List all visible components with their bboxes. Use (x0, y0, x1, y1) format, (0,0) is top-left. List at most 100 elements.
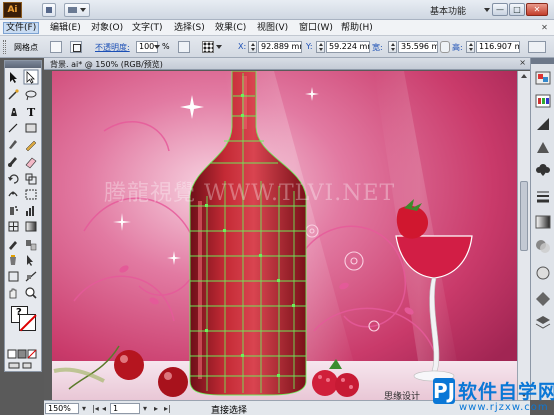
appearance-panel-icon[interactable] (536, 266, 550, 280)
magic-wand-tool-icon[interactable] (8, 89, 19, 100)
eyedropper-tool-icon[interactable] (9, 241, 17, 250)
chevron-down-icon[interactable] (216, 45, 222, 49)
slice-tool-icon[interactable] (25, 271, 37, 282)
rotate-tool-icon[interactable] (8, 174, 19, 184)
close-icon[interactable]: × (519, 58, 526, 67)
transparency-panel-icon[interactable] (536, 240, 550, 253)
selection-type-label: 网格点 (14, 43, 38, 52)
layers-panel-icon[interactable] (535, 316, 551, 329)
zoom-tool-icon[interactable] (25, 287, 37, 299)
workspace-switcher[interactable]: 基本功能 (430, 4, 466, 17)
menu-help[interactable]: 帮助(H) (339, 22, 375, 34)
canvas[interactable]: 腾龍視覺 WWW.TLVI.NET (44, 71, 517, 400)
column-graph-tool-icon[interactable] (26, 206, 34, 216)
stroke-panel-icon[interactable] (537, 191, 549, 203)
swatches-panel-icon[interactable] (537, 118, 549, 130)
type-tool-icon[interactable]: T (27, 106, 36, 119)
chevron-down-icon[interactable] (484, 8, 490, 12)
first-artboard-icon[interactable]: |◂ (92, 404, 99, 413)
color-guide-icon[interactable] (535, 94, 551, 108)
chevron-down-icon (80, 8, 86, 12)
eraser-tool-icon[interactable] (25, 157, 37, 169)
panel-grip[interactable] (3, 40, 6, 54)
graphic-styles-panel-icon[interactable] (536, 292, 550, 306)
symbols-panel-icon[interactable] (536, 164, 550, 176)
zoom-field[interactable]: 150% (45, 403, 79, 414)
menu-effect[interactable]: 效果(C) (213, 22, 248, 34)
current-tool-status[interactable]: 直接选择 (211, 403, 247, 415)
panel-menu-icon[interactable] (528, 41, 546, 53)
stroke-color-icon[interactable] (70, 41, 82, 53)
y-field[interactable]: 59.224 mm (326, 41, 370, 53)
menu-window[interactable]: 窗口(W) (297, 22, 335, 34)
document-tab[interactable]: 背景. ai* @ 150% (RGB/预览) × (44, 58, 530, 70)
blend-tool-icon[interactable] (26, 240, 37, 251)
tools-panel-header[interactable] (5, 61, 41, 68)
last-artboard-icon[interactable]: ▸| (164, 404, 171, 413)
arrange-documents-button[interactable] (64, 3, 90, 17)
y-stepper[interactable] (316, 41, 325, 53)
live-paint-selection-tool-icon[interactable] (27, 255, 33, 266)
live-paint-bucket-tool-icon[interactable] (10, 255, 16, 265)
artboard-dropdown-icon[interactable]: ▾ (143, 404, 147, 413)
previous-artboard-icon[interactable]: ◂ (102, 404, 106, 413)
lasso-tool-icon[interactable] (25, 90, 37, 101)
menu-view[interactable]: 视图(V) (255, 22, 290, 34)
gradient-tool-icon[interactable] (25, 221, 37, 232)
minimize-button[interactable]: — (492, 3, 508, 16)
height-field[interactable]: 116.907 mr (476, 41, 520, 53)
panel-dock (530, 58, 554, 400)
free-transform-tool-icon[interactable] (25, 189, 37, 200)
rectangle-tool-icon[interactable] (25, 123, 37, 133)
brushes-panel-icon[interactable] (537, 142, 549, 153)
recolor-artwork-icon[interactable] (178, 41, 190, 53)
chevron-down-icon[interactable] (154, 45, 160, 49)
maximize-button[interactable]: □ (509, 3, 525, 16)
menu-type[interactable]: 文字(T) (130, 22, 165, 34)
warp-tool-icon[interactable] (8, 191, 18, 197)
menu-object[interactable]: 对象(O) (89, 22, 125, 34)
opacity-label[interactable]: 不透明度: (95, 42, 130, 53)
artboard-number-field[interactable]: 1 (110, 403, 140, 414)
x-field[interactable]: 92.889 mm (258, 41, 302, 53)
paintbrush-tool-icon[interactable] (9, 140, 17, 149)
go-to-bridge-button[interactable] (42, 3, 56, 17)
stroke-swatch[interactable] (19, 314, 36, 331)
hand-tool-icon[interactable] (9, 288, 17, 299)
scale-tool-icon[interactable] (25, 173, 37, 185)
svg-text:T: T (27, 106, 36, 119)
height-stepper[interactable] (466, 41, 475, 53)
vertical-scrollbar[interactable] (517, 71, 530, 400)
close-button[interactable]: ✕ (526, 3, 548, 16)
width-stepper[interactable] (388, 41, 397, 53)
x-stepper[interactable] (248, 41, 257, 53)
pen-tool-icon[interactable] (11, 108, 17, 116)
pencil-tool-icon[interactable] (25, 140, 37, 152)
link-icon[interactable] (440, 41, 450, 53)
width-field[interactable]: 35.596 mm (398, 41, 438, 53)
control-panel: 网格点 不透明度: 100 % X: 92.889 mm Y: 59.224 m… (0, 36, 554, 58)
scroll-up-icon[interactable] (521, 74, 527, 78)
mesh-tool-icon[interactable] (8, 221, 19, 232)
artboard-tool-icon[interactable] (8, 271, 19, 282)
gradient-panel-icon[interactable] (535, 215, 551, 229)
color-mode-icon[interactable] (7, 349, 37, 359)
fill-color-icon[interactable] (50, 41, 62, 53)
close-icon[interactable]: ✕ (539, 23, 550, 33)
reference-point-icon[interactable] (202, 41, 214, 53)
screen-mode-icon[interactable] (8, 362, 32, 369)
menu-edit[interactable]: 编辑(E) (48, 22, 83, 34)
next-artboard-icon[interactable]: ▸ (154, 404, 158, 413)
zoom-dropdown-icon[interactable]: ▾ (82, 404, 86, 413)
menu-file[interactable]: 文件(F) (3, 22, 40, 34)
menu-select[interactable]: 选择(S) (172, 22, 207, 34)
dock-header[interactable] (531, 58, 554, 64)
color-panel-icon[interactable] (535, 71, 551, 85)
watermark-logo-url: www.rjzxw.com (459, 402, 549, 413)
line-tool-icon[interactable] (8, 123, 18, 133)
symbol-sprayer-tool-icon[interactable] (10, 206, 18, 215)
blob-brush-tool-icon[interactable] (8, 157, 17, 167)
artwork[interactable] (44, 71, 517, 400)
scroll-thumb[interactable] (520, 181, 528, 251)
selection-tool-icon[interactable] (10, 72, 17, 83)
